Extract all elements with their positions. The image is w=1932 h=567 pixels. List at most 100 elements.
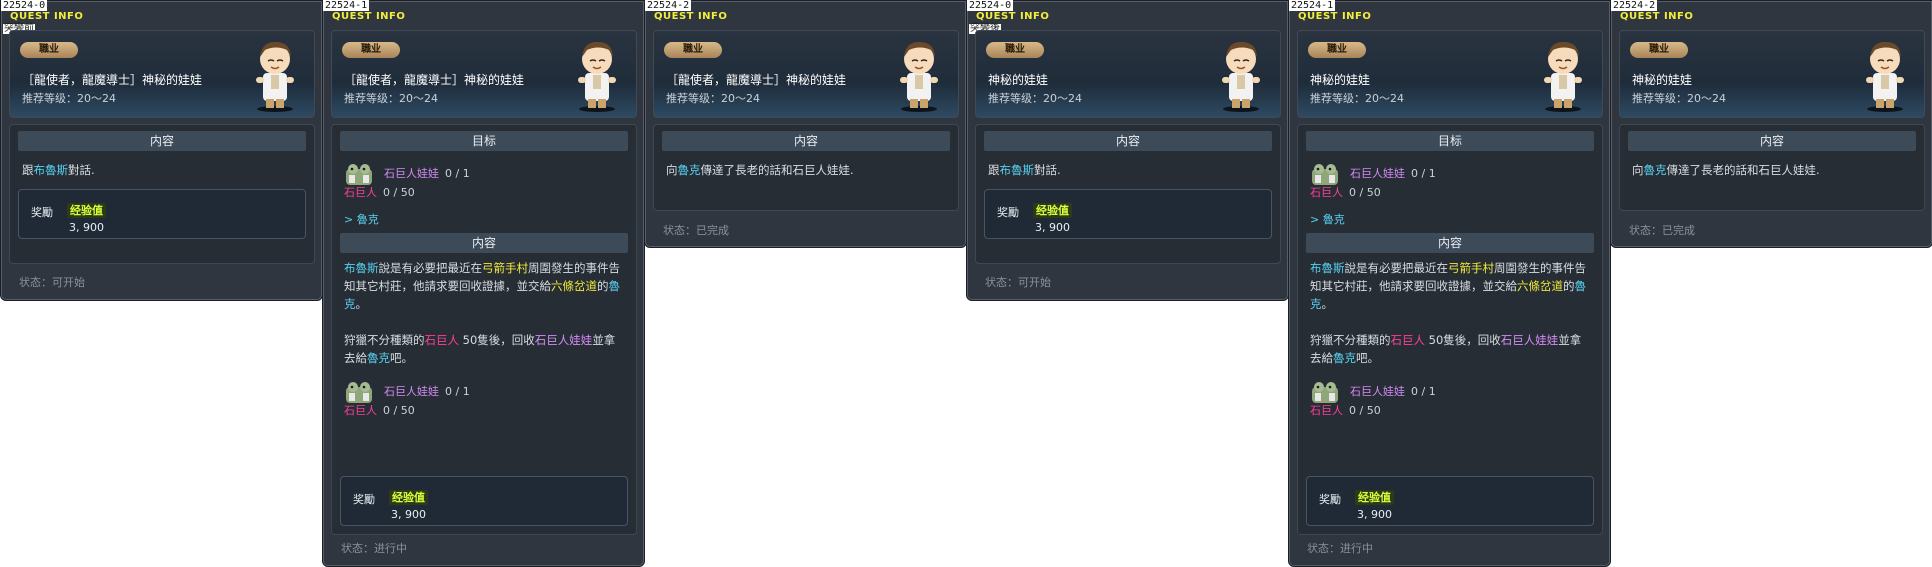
exp-value: 3, 900 — [1035, 221, 1070, 234]
npc-link: 魯克 — [677, 163, 701, 177]
window-title: QUEST INFO — [1298, 11, 1372, 22]
goal-mob: 石巨人 0 / 50 — [344, 186, 415, 199]
recommended-level: 推荐等级：20～24 — [1632, 92, 1726, 105]
window-title: QUEST INFO — [332, 11, 406, 22]
exp-value: 3, 900 — [1357, 508, 1392, 521]
quest-header: 職业 ［龍使者，龍魔導士］神秘的娃娃 推荐等级：20～24 — [331, 30, 637, 118]
quest-id: 22524-1 — [1289, 0, 1336, 11]
content-heading: 内容 — [662, 131, 950, 151]
content-heading: 内容 — [984, 131, 1272, 151]
reward-label: 奖勵 — [1319, 493, 1341, 506]
quest-window-2: 22524-1 QUEST INFO 職业 ［龍使者，龍魔導士］神秘的娃娃 推荐… — [322, 0, 645, 567]
recommended-level: 推荐等级：20～24 — [22, 92, 116, 105]
content-section: 内容 向魯克傳達了長老的話和石巨人娃娃. — [653, 124, 959, 211]
goal-row: 石巨人娃娃 0 / 1 石巨人 0 / 50 — [1310, 161, 1590, 207]
quest-window-5: 22524-1 QUEST INFO 職业 神秘的娃娃 推荐等级：20～24 目… — [1288, 0, 1611, 567]
quest-description: 跟布魯斯對話. — [22, 163, 95, 177]
reward-box: 奖勵 经验值 3, 900 — [340, 476, 628, 526]
quest-name: 神秘的娃娃 — [1310, 73, 1371, 87]
goal-section: 目标 石巨人娃娃 0 / 1 石巨人 0 / 50 > 魯克 内容 布魯斯說是有必要… — [1297, 124, 1603, 535]
quest-window-6: 22524-2 QUEST INFO 職业 神秘的娃娃 推荐等级：20～24 内… — [1610, 0, 1932, 248]
reward-box: 奖勵 经验值 3, 900 — [18, 189, 306, 239]
reward-box: 奖勵 经验值 3, 900 — [1306, 476, 1594, 526]
quest-id: 22524-0 — [1, 0, 48, 11]
content-heading: 内容 — [1306, 233, 1594, 253]
goal-mob: 石巨人 0 / 50 — [1310, 186, 1381, 199]
exp-badge: 经验值 — [1033, 203, 1072, 218]
content-heading: 内容 — [340, 233, 628, 253]
quest-id: 22524-2 — [645, 0, 692, 11]
description-paragraph-1: 布魯斯說是有必要把最近在弓箭手村周圍發生的事件告知其它村莊，他請求要回收證據，並… — [1310, 261, 1586, 311]
goal-mob: 石巨人 0 / 50 — [344, 404, 415, 417]
quest-description: 向魯克傳達了長老的話和石巨人娃娃. — [666, 163, 854, 177]
recommended-level: 推荐等级：20～24 — [1310, 92, 1404, 105]
recommended-level: 推荐等级：20～24 — [344, 92, 438, 105]
goal-item: 石巨人娃娃 0 / 1 — [1350, 167, 1436, 180]
quest-header: 職业 神秘的娃娃 推荐等级：20～24 — [975, 30, 1281, 118]
description-paragraph-1: 布魯斯說是有必要把最近在弓箭手村周圍發生的事件告知其它村莊，他請求要回收證據，並… — [344, 261, 620, 311]
content-section: 内容 跟布魯斯對話. 奖勵 经验值 3, 900 — [9, 124, 315, 264]
exp-badge: 经验值 — [389, 490, 428, 505]
goal-row: 石巨人娃娃 0 / 1 石巨人 0 / 50 — [344, 161, 624, 207]
window-title: QUEST INFO — [654, 11, 728, 22]
npc-portrait-icon — [256, 41, 294, 112]
quest-id: 22524-1 — [323, 0, 370, 11]
description-paragraph-2: 狩獵不分種類的石巨人 50隻後，回收石巨人娃娃並拿去給魯克吧。 — [344, 333, 616, 365]
content-heading: 内容 — [18, 131, 306, 151]
quest-name: ［龍使者，龍魔導士］神秘的娃娃 — [344, 73, 525, 87]
exp-badge: 经验值 — [67, 203, 106, 218]
quest-status: 状态：可开始 — [19, 276, 85, 289]
exp-value: 3, 900 — [391, 508, 426, 521]
goal-mob: 石巨人 0 / 50 — [1310, 404, 1381, 417]
npc-portrait-icon — [1222, 41, 1260, 112]
quest-name: ［龍使者，龍魔導士］神秘的娃娃 — [666, 73, 847, 87]
window-title: QUEST INFO — [976, 11, 1050, 22]
description-paragraph-2: 狩獵不分種類的石巨人 50隻後，回收石巨人娃娃並拿去給魯克吧。 — [1310, 333, 1582, 365]
npc-link: 布魯斯 — [999, 163, 1035, 177]
goal-heading: 目标 — [1306, 131, 1594, 151]
reward-label: 奖勵 — [31, 206, 53, 219]
content-heading: 内容 — [1628, 131, 1916, 151]
window-title: QUEST INFO — [10, 11, 84, 22]
quest-name: ［龍使者，龍魔導士］神秘的娃娃 — [22, 73, 203, 87]
quest-id: 22524-2 — [1611, 0, 1658, 11]
quest-description: 向魯克傳達了長老的話和石巨人娃娃. — [1632, 163, 1820, 177]
goal-item: 石巨人娃娃 0 / 1 — [384, 167, 470, 180]
reward-box: 奖勵 经验值 3, 900 — [984, 189, 1272, 239]
exp-value: 3, 900 — [69, 221, 104, 234]
goal-npc: > 魯克 — [344, 213, 379, 226]
content-section: 内容 跟布魯斯對話. 奖勵 经验值 3, 900 — [975, 124, 1281, 264]
quest-window-3: 22524-2 QUEST INFO 職业 ［龍使者，龍魔導士］神秘的娃娃 推荐… — [644, 0, 967, 248]
quest-header: 職业 神秘的娃娃 推荐等级：20～24 — [1297, 30, 1603, 118]
npc-link: 魯克 — [1643, 163, 1667, 177]
quest-window-4: 22524-0 QUEST INFO 突變後 職业 神秘的娃娃 推荐等级：20～… — [966, 0, 1289, 301]
quest-description: 跟布魯斯對話. — [988, 163, 1061, 177]
recommended-level: 推荐等级：20～24 — [988, 92, 1082, 105]
quest-window-1: 22524-0 QUEST INFO 突變前 職业 ［龍使者，龍魔導士］神秘的娃… — [0, 0, 323, 301]
recommended-level: 推荐等级：20～24 — [666, 92, 760, 105]
goal-row: 石巨人娃娃 0 / 1 石巨人 0 / 50 — [344, 379, 624, 425]
quest-status: 状态：进行中 — [1307, 542, 1373, 555]
quest-status: 状态：已完成 — [1629, 224, 1695, 237]
window-title: QUEST INFO — [1620, 11, 1694, 22]
job-badge: 職业 — [1308, 42, 1366, 58]
npc-link: 布魯斯 — [33, 163, 69, 177]
quest-id: 22524-0 — [967, 0, 1014, 11]
quest-description: 布魯斯說是有必要把最近在弓箭手村周圍發生的事件告知其它村莊，他請求要回收證據，並… — [1298, 253, 1602, 373]
reward-label: 奖勵 — [353, 493, 375, 506]
quest-status: 状态：可开始 — [985, 276, 1051, 289]
quest-header: 職业 ［龍使者，龍魔導士］神秘的娃娃 推荐等级：20～24 — [9, 30, 315, 118]
npc-portrait-icon — [578, 41, 616, 112]
job-badge: 職业 — [342, 42, 400, 58]
goal-npc: > 魯克 — [1310, 213, 1345, 226]
job-badge: 職业 — [664, 42, 722, 58]
npc-portrait-icon — [900, 41, 938, 112]
quest-name: 神秘的娃娃 — [1632, 73, 1693, 87]
npc-portrait-icon — [1866, 41, 1904, 112]
quest-status: 状态：已完成 — [663, 224, 729, 237]
quest-header: 職业 ［龍使者，龍魔導士］神秘的娃娃 推荐等级：20～24 — [653, 30, 959, 118]
npc-portrait-icon — [1544, 41, 1582, 112]
quest-name: 神秘的娃娃 — [988, 73, 1049, 87]
quest-status: 状态：进行中 — [341, 542, 407, 555]
goal-heading: 目标 — [340, 131, 628, 151]
